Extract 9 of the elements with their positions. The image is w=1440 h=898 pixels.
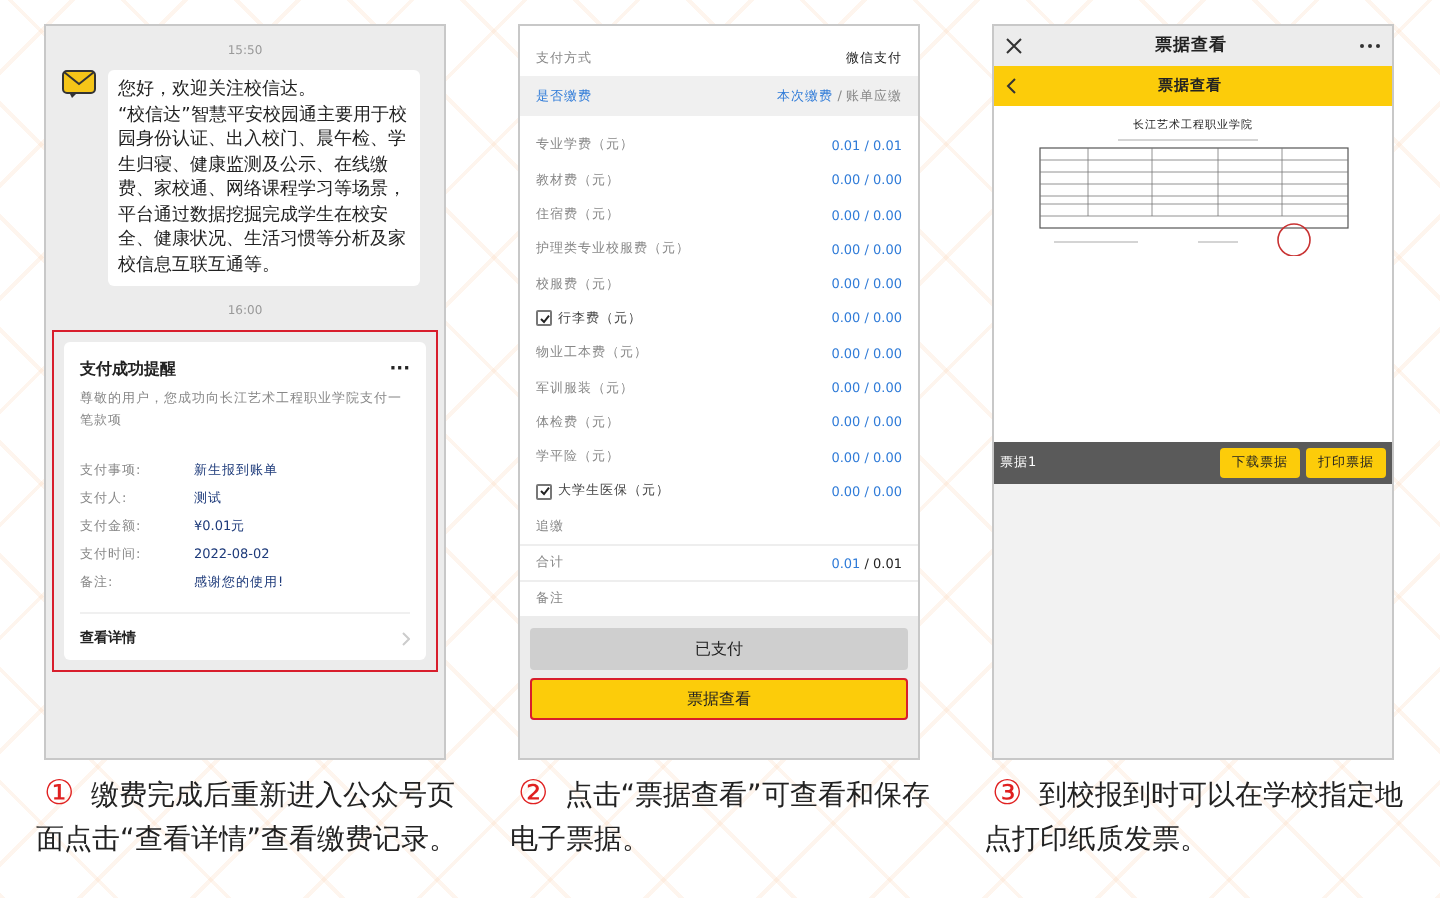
step-caption: ① 缴费完成后重新进入公众号页面点击“查看详情”查看缴费记录。 — [36, 772, 460, 860]
message-text: “校信达”智慧平安校园通主要用于校园身份认证、出入校门、晨午检、学生归寝、健康监测及公示、在线缴费、家校通、网络课程学习等场景，平台通过数据挖掘完成学生在校安全、健康状况、生活习惯等分析及家校信息互联互通等。 — [118, 103, 409, 278]
message-text: 您好，欢迎关注校信达。 — [118, 78, 318, 103]
step-caption: ② 点击“票据查看”可查看和保存电子票据。 — [510, 772, 932, 860]
card-title: 支付成功提醒 — [80, 358, 176, 380]
window-title: 票据查看 — [1155, 34, 1227, 58]
more-button[interactable]: ··· — [389, 359, 410, 379]
step-caption: ③ 到校报到时可以在学校指定地点打印纸质发票。 — [984, 772, 1405, 860]
view-receipt-button[interactable]: 票据查看 — [530, 678, 908, 721]
